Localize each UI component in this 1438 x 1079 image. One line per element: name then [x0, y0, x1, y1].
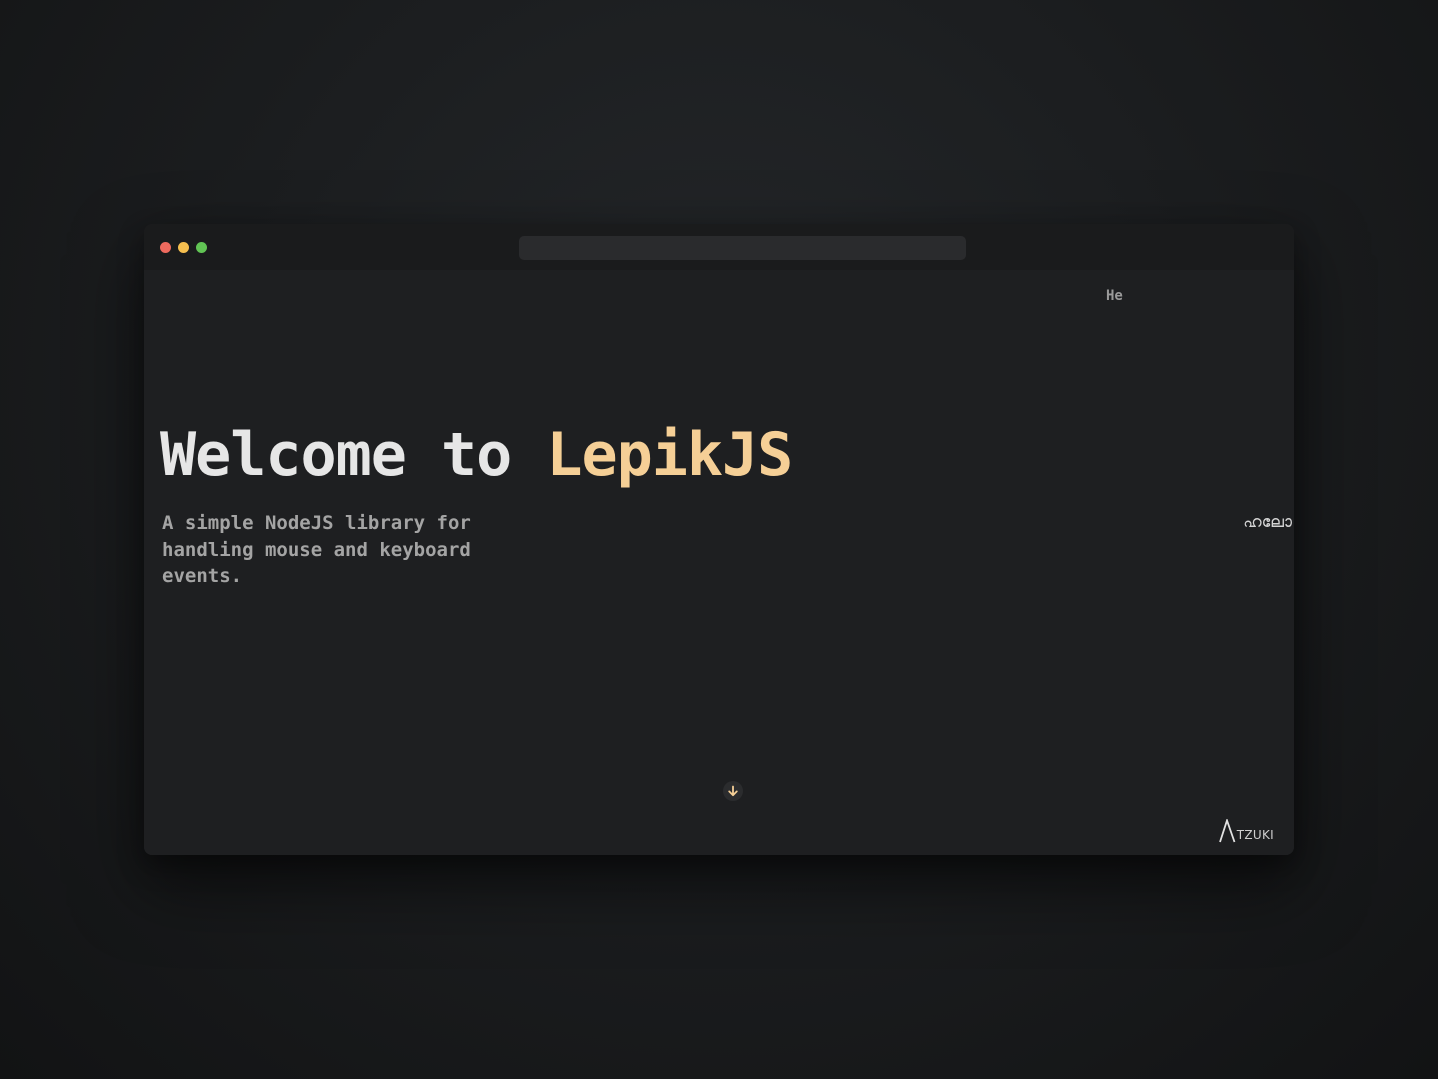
lambda-logo-icon	[1218, 819, 1236, 843]
greeting-text-top: He	[1106, 288, 1123, 304]
address-bar[interactable]	[519, 236, 966, 260]
page-content: He Welcome to LepikJS A simple NodeJS li…	[144, 270, 1294, 855]
hero-title-prefix: Welcome to	[160, 420, 547, 490]
logo-text: TZUKI	[1236, 828, 1274, 842]
hero-title: Welcome to LepikJS	[160, 420, 793, 490]
close-window-button[interactable]	[160, 242, 171, 253]
hero-title-accent: LepikJS	[546, 420, 793, 490]
atzuki-logo[interactable]: TZUKI	[1218, 819, 1274, 843]
scroll-down-button[interactable]	[723, 781, 743, 801]
hero-subtitle: A simple NodeJS library for handling mou…	[162, 512, 471, 587]
arrow-down-icon	[728, 785, 738, 797]
maximize-window-button[interactable]	[196, 242, 207, 253]
greeting-text-right: ഹലോ	[1243, 512, 1292, 531]
minimize-window-button[interactable]	[178, 242, 189, 253]
window-titlebar	[144, 224, 1294, 270]
browser-window: He Welcome to LepikJS A simple NodeJS li…	[144, 224, 1294, 855]
